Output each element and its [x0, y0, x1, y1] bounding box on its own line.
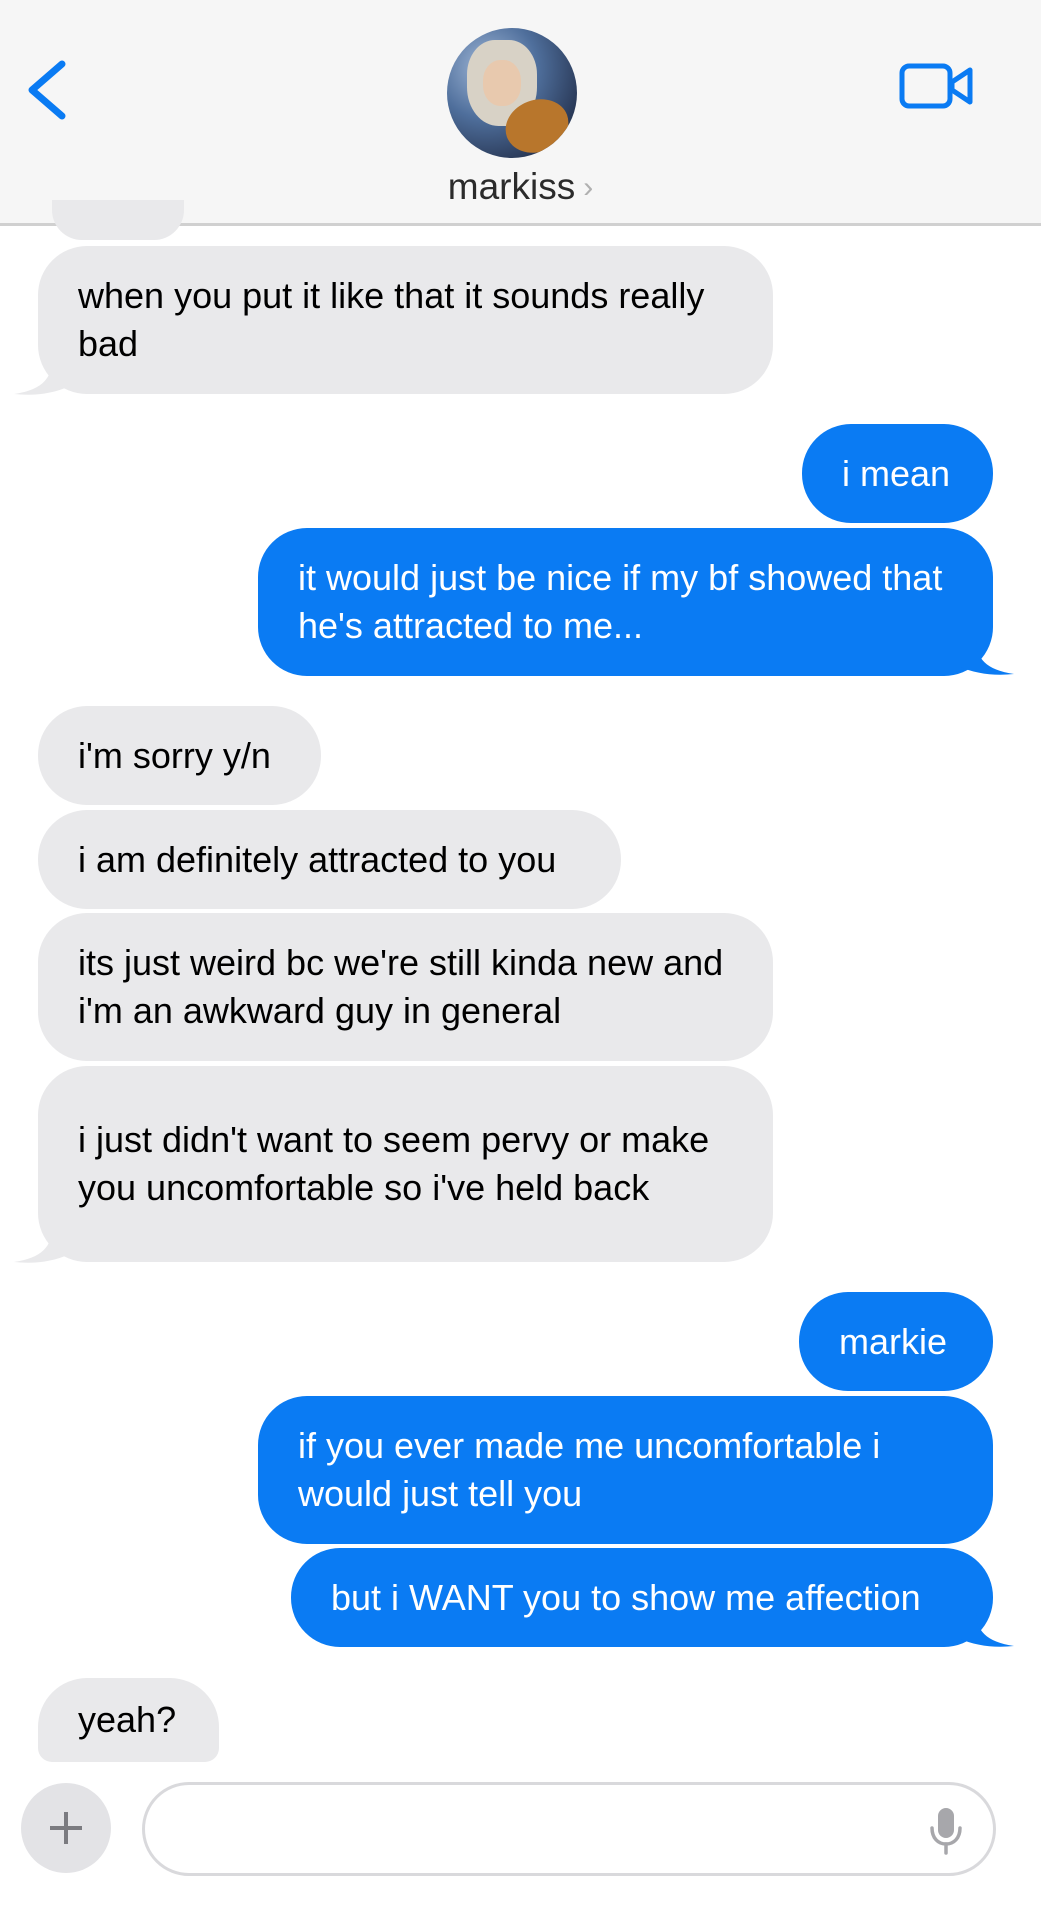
avatar[interactable]	[447, 28, 577, 158]
message-bubble-received[interactable]: i just didn't want to seem pervy or make…	[38, 1066, 773, 1262]
bubble-tail	[14, 360, 70, 395]
conversation-header: markiss ›	[0, 0, 1041, 226]
message-bubble-received[interactable]: i'm sorry y/n	[38, 706, 321, 805]
message-bubble-received[interactable]: its just weird bc we're still kinda new …	[38, 913, 773, 1061]
message-bubble-sent[interactable]: if you ever made me uncomfortable i woul…	[258, 1396, 993, 1544]
message-input[interactable]	[142, 1782, 996, 1876]
bubble-tail	[958, 1612, 1014, 1647]
message-bubble-partial	[52, 200, 184, 240]
video-camera-icon[interactable]	[898, 60, 974, 112]
message-bubble-sent[interactable]: it would just be nice if my bf showed th…	[258, 528, 993, 676]
chevron-left-icon[interactable]	[22, 58, 72, 122]
bubble-tail	[14, 1228, 70, 1263]
plus-icon[interactable]	[21, 1783, 111, 1873]
message-bubble-sent[interactable]: but i WANT you to show me affection	[291, 1548, 993, 1647]
message-bubble-received[interactable]: i am definitely attracted to you	[38, 810, 621, 909]
message-bubble-received[interactable]: yeah?	[38, 1678, 219, 1762]
bubble-tail	[958, 640, 1014, 675]
microphone-icon[interactable]	[928, 1806, 964, 1856]
message-bubble-sent[interactable]: i mean	[802, 424, 993, 523]
message-bubble-received[interactable]: when you put it like that it sounds real…	[38, 246, 773, 394]
chevron-right-icon: ›	[583, 171, 594, 204]
contact-name: markiss	[447, 166, 576, 207]
message-bubble-sent[interactable]: markie	[799, 1292, 993, 1391]
